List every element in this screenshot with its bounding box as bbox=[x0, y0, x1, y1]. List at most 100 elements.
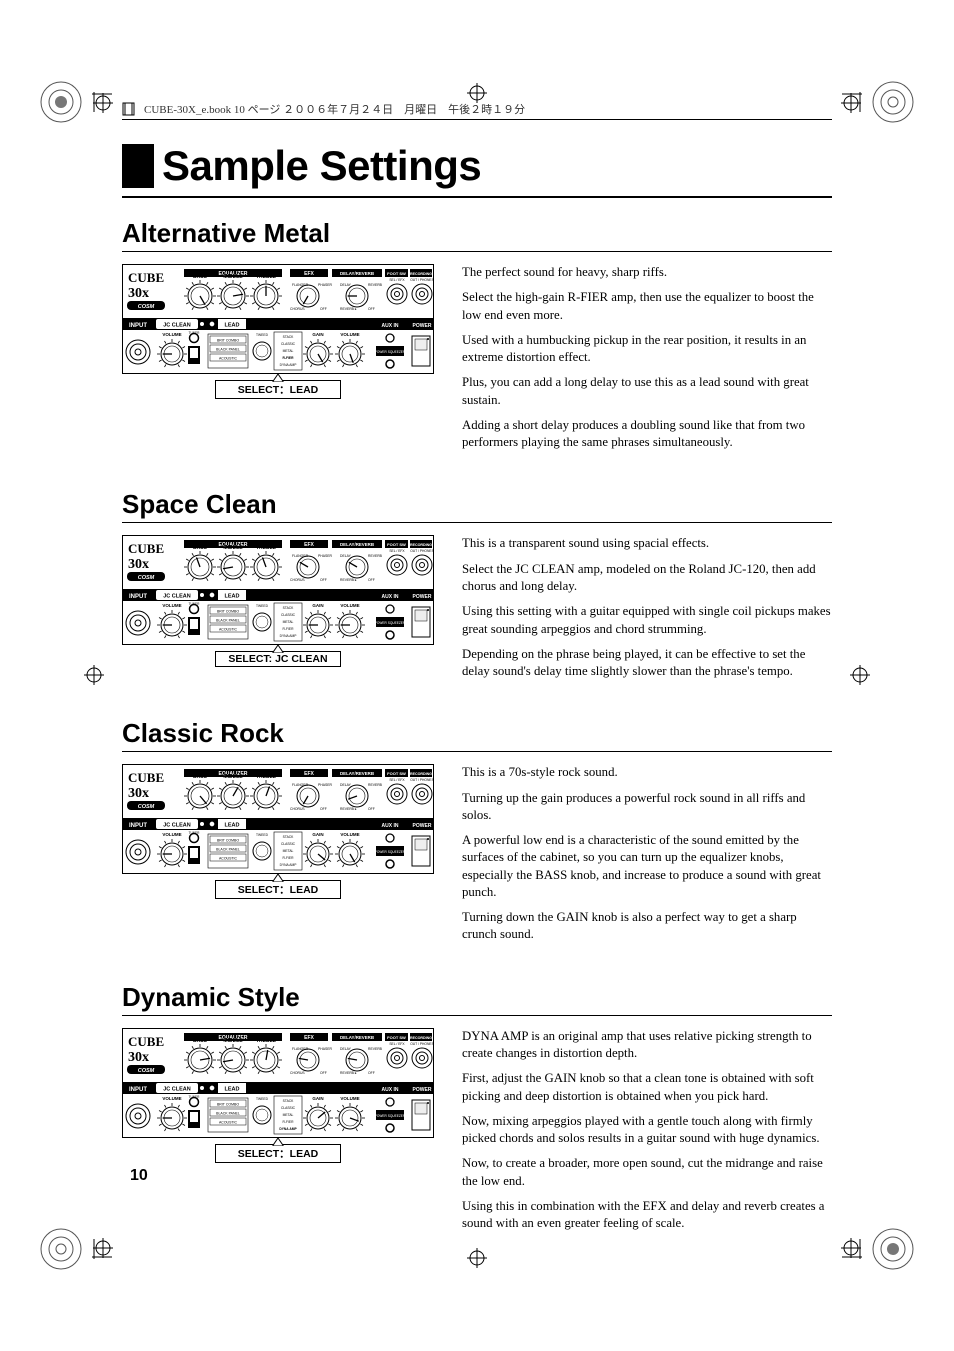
svg-text:OUT / PHONES: OUT / PHONES bbox=[410, 1042, 434, 1046]
svg-text:SEL / EFX: SEL / EFX bbox=[389, 1042, 405, 1046]
setting-1-para-2: Using this setting with a guitar equippe… bbox=[462, 603, 832, 638]
svg-text:JC CLEAN: JC CLEAN bbox=[163, 323, 191, 329]
svg-text:CUBE: CUBE bbox=[128, 541, 164, 556]
svg-text:CUBE: CUBE bbox=[128, 770, 164, 785]
svg-text:DELAY/REVERB: DELAY/REVERB bbox=[340, 542, 374, 547]
svg-text:DYNA AMP: DYNA AMP bbox=[280, 634, 298, 638]
svg-text:BLACK PANEL: BLACK PANEL bbox=[216, 1111, 240, 1115]
svg-text:VOLUME: VOLUME bbox=[162, 603, 181, 608]
svg-text:PHASER: PHASER bbox=[318, 783, 332, 787]
setting-0-para-4: Adding a short delay produces a doubling… bbox=[462, 417, 832, 452]
svg-text:AUX IN: AUX IN bbox=[382, 823, 399, 829]
svg-text:TREBLE: TREBLE bbox=[256, 774, 277, 780]
svg-text:LEAD: LEAD bbox=[225, 323, 240, 329]
svg-text:OFF: OFF bbox=[368, 307, 375, 311]
svg-text:REVERB: REVERB bbox=[368, 554, 383, 558]
crop-corner-br bbox=[870, 1226, 916, 1272]
svg-text:TREBLE: TREBLE bbox=[256, 1038, 277, 1044]
crop-corner-tr bbox=[870, 79, 916, 125]
svg-text:DELAY: DELAY bbox=[340, 283, 352, 287]
svg-text:STACK: STACK bbox=[283, 1099, 295, 1103]
svg-text:GAIN: GAIN bbox=[312, 832, 323, 837]
svg-text:FOOT SW: FOOT SW bbox=[387, 271, 406, 276]
svg-text:OFF: OFF bbox=[368, 578, 375, 582]
svg-text:OUT / PHONES: OUT / PHONES bbox=[410, 549, 434, 553]
svg-text:VOLUME: VOLUME bbox=[340, 332, 359, 337]
setting-3-para-0: DYNA AMP is an original amp that uses re… bbox=[462, 1028, 832, 1063]
svg-text:POWER SQUEEZER: POWER SQUEEZER bbox=[375, 1114, 406, 1118]
svg-text:CUBE: CUBE bbox=[128, 1034, 164, 1049]
setting-1-para-0: This is a transparent sound using spacia… bbox=[462, 535, 832, 552]
svg-text:FLANGER: FLANGER bbox=[292, 1047, 309, 1051]
select-pointer-icon bbox=[273, 645, 284, 653]
svg-text:INPUT: INPUT bbox=[129, 823, 147, 829]
svg-text:VOLUME: VOLUME bbox=[340, 603, 359, 608]
svg-text:EFX: EFX bbox=[304, 1035, 314, 1041]
svg-text:COSM: COSM bbox=[138, 304, 155, 310]
setting-2-title: Classic Rock bbox=[122, 718, 832, 749]
svg-text:INPUT: INPUT bbox=[129, 594, 147, 600]
svg-text:PHASER: PHASER bbox=[318, 554, 332, 558]
svg-text:TWEED: TWEED bbox=[256, 1097, 269, 1101]
svg-text:EFX: EFX bbox=[304, 542, 314, 548]
svg-text:TWEED: TWEED bbox=[256, 604, 269, 608]
svg-text:CHORUS: CHORUS bbox=[290, 578, 305, 582]
setting-0-title: Alternative Metal bbox=[122, 218, 832, 249]
svg-text:TUNER: TUNER bbox=[189, 602, 201, 606]
svg-text:FLANGER: FLANGER bbox=[292, 283, 309, 287]
svg-text:REVERB: REVERB bbox=[368, 1047, 383, 1051]
svg-text:MIDDLE: MIDDLE bbox=[223, 274, 243, 280]
crop-corner-tl bbox=[38, 79, 84, 125]
setting-0-para-1: Select the high-gain R-FIER amp, then us… bbox=[462, 289, 832, 324]
setting-1-para-1: Select the JC CLEAN amp, modeled on the … bbox=[462, 561, 832, 596]
setting-0-underline bbox=[122, 251, 832, 252]
svg-text:MIDDLE: MIDDLE bbox=[223, 545, 243, 551]
svg-text:FOOT SW: FOOT SW bbox=[387, 542, 406, 547]
setting-0-text: The perfect sound for heavy, sharp riffs… bbox=[462, 264, 832, 459]
svg-text:OUT / PHONES: OUT / PHONES bbox=[410, 278, 434, 282]
svg-text:LEAD: LEAD bbox=[225, 1086, 240, 1092]
svg-text:VOLUME: VOLUME bbox=[340, 832, 359, 837]
setting-0-row: CUBE30xCOSMINPUTJC CLEANLEADEQUALIZER BA… bbox=[122, 264, 832, 459]
crop-corner-bl bbox=[38, 1226, 84, 1272]
svg-text:ACOUSTIC: ACOUSTIC bbox=[219, 357, 238, 361]
setting-1-text: This is a transparent sound using spacia… bbox=[462, 535, 832, 688]
setting-0-para-3: Plus, you can add a long delay to use th… bbox=[462, 374, 832, 409]
svg-text:TUNER: TUNER bbox=[189, 831, 201, 835]
svg-text:SEL / EFX: SEL / EFX bbox=[389, 549, 405, 553]
svg-text:INPUT: INPUT bbox=[129, 323, 147, 329]
svg-text:MIDDLE: MIDDLE bbox=[223, 774, 243, 780]
svg-text:STACK: STACK bbox=[283, 335, 295, 339]
svg-text:AUX IN: AUX IN bbox=[382, 594, 399, 600]
select-pointer-icon bbox=[273, 874, 284, 882]
svg-text:RECORDING: RECORDING bbox=[410, 1036, 432, 1040]
svg-text:EFX: EFX bbox=[304, 271, 314, 277]
svg-text:TUNER: TUNER bbox=[189, 1095, 201, 1099]
svg-text:JC CLEAN: JC CLEAN bbox=[163, 1086, 191, 1092]
svg-text:VOLUME: VOLUME bbox=[162, 332, 181, 337]
svg-text:POWER SQUEEZER: POWER SQUEEZER bbox=[375, 350, 406, 354]
title-underline bbox=[122, 196, 832, 198]
setting-2-para-3: Turning down the GAIN knob is also a per… bbox=[462, 909, 832, 944]
amp-panel-diagram: CUBE30xCOSMINPUTJC CLEANLEADEQUALIZER BA… bbox=[122, 764, 434, 874]
svg-text:GAIN: GAIN bbox=[312, 1096, 323, 1101]
setting-3-title: Dynamic Style bbox=[122, 982, 832, 1013]
setting-2-para-1: Turning up the gain produces a powerful … bbox=[462, 790, 832, 825]
svg-text:ACOUSTIC: ACOUSTIC bbox=[219, 857, 238, 861]
svg-text:DYNA AMP: DYNA AMP bbox=[280, 863, 298, 867]
svg-text:INPUT: INPUT bbox=[129, 1087, 147, 1093]
svg-text:TWEED: TWEED bbox=[256, 333, 269, 337]
setting-3-para-4: Using this in combination with the EFX a… bbox=[462, 1198, 832, 1233]
setting-3-text: DYNA AMP is an original amp that uses re… bbox=[462, 1028, 832, 1241]
setting-1-underline bbox=[122, 522, 832, 523]
setting-3-diagram: CUBE30xCOSMINPUTJC CLEANLEADEQUALIZER BA… bbox=[122, 1028, 434, 1241]
svg-text:OUT / PHONES: OUT / PHONES bbox=[410, 778, 434, 782]
svg-text:SEL / EFX: SEL / EFX bbox=[389, 278, 405, 282]
title-block bbox=[122, 144, 154, 188]
svg-text:FOOT SW: FOOT SW bbox=[387, 771, 406, 776]
svg-text:ACOUSTIC: ACOUSTIC bbox=[219, 1120, 238, 1124]
svg-text:BASS: BASS bbox=[193, 274, 208, 280]
svg-text:COSM: COSM bbox=[138, 804, 155, 810]
svg-text:R-FIER: R-FIER bbox=[283, 627, 295, 631]
svg-text:CLASSIC: CLASSIC bbox=[281, 842, 296, 846]
